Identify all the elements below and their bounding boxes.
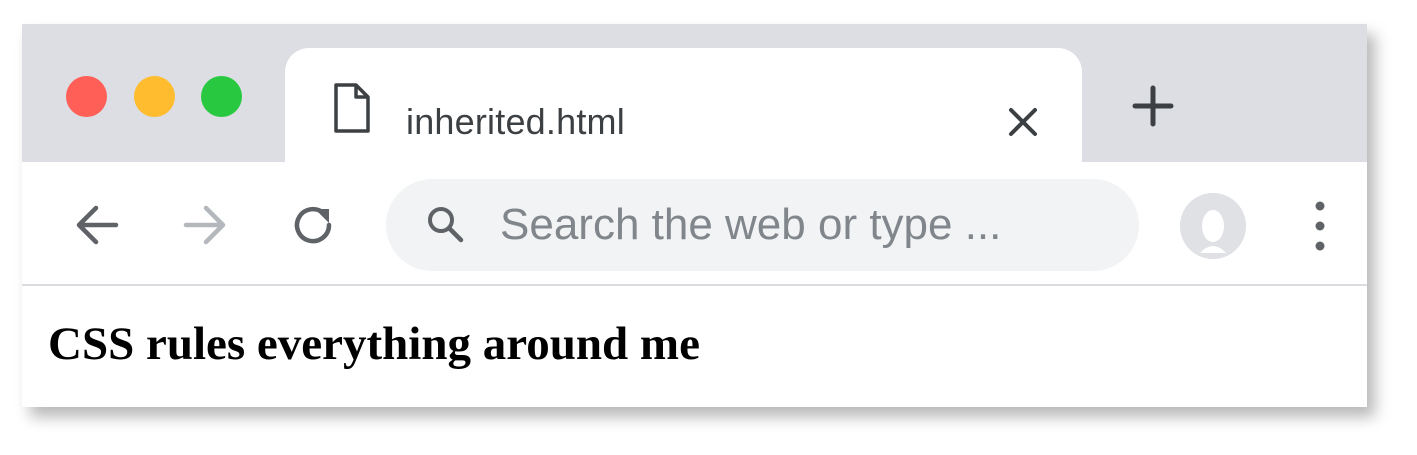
arrow-left-icon[interactable]	[70, 198, 124, 252]
kebab-menu-icon[interactable]	[1300, 194, 1340, 258]
window-minimize-button[interactable]	[134, 76, 175, 117]
browser-window: inherited.html Search the web or type ..…	[22, 24, 1367, 407]
browser-toolbar	[22, 162, 1367, 286]
new-tab-icon[interactable]	[1129, 82, 1177, 130]
tab-inherited[interactable]: inherited.html	[285, 48, 1082, 168]
arrow-right-icon[interactable]	[178, 198, 232, 252]
reload-icon[interactable]	[286, 198, 340, 252]
page-content: CSS rules everything around me	[22, 286, 1367, 407]
omnibox[interactable]	[386, 179, 1139, 271]
search-input[interactable]	[500, 197, 1100, 253]
close-tab-icon[interactable]	[1001, 100, 1045, 144]
window-maximize-button[interactable]	[201, 76, 242, 117]
tab-title: inherited.html	[406, 101, 625, 142]
avatar[interactable]	[1180, 193, 1246, 259]
window-close-button[interactable]	[66, 76, 107, 117]
search-icon	[424, 203, 468, 247]
file-icon	[332, 82, 372, 134]
page-heading: CSS rules everything around me	[48, 318, 700, 370]
tab-strip: inherited.html	[22, 24, 1367, 168]
